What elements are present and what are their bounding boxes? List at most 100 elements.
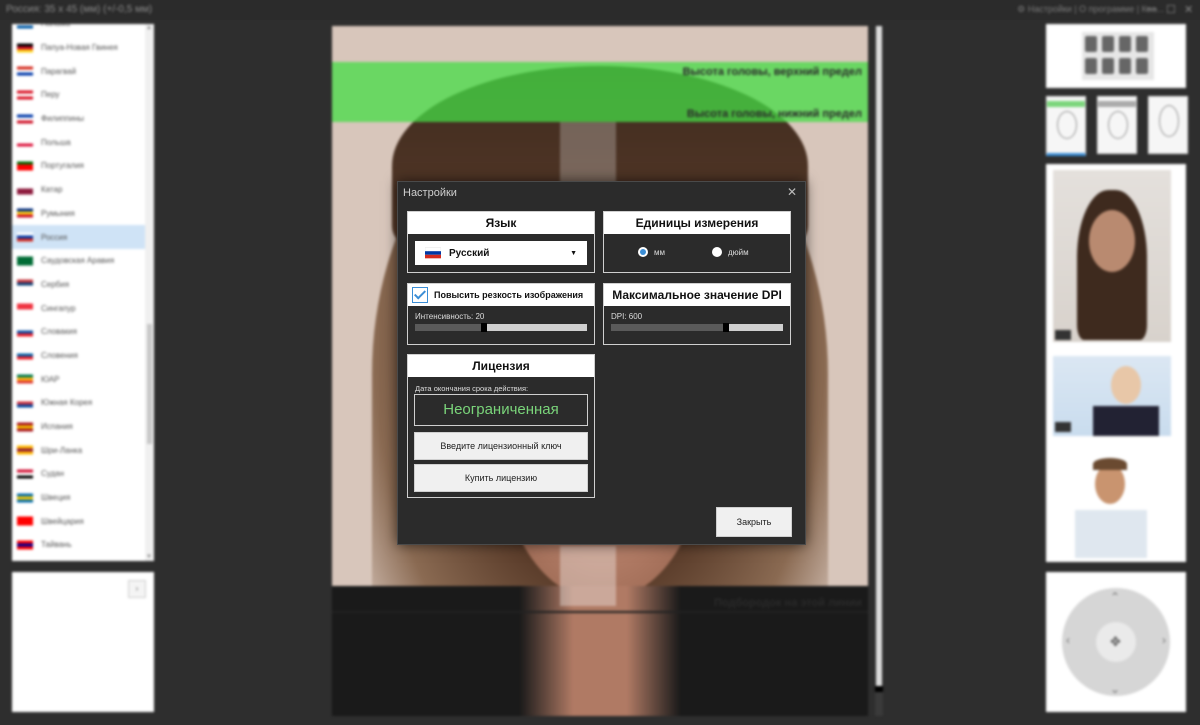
scroll-down-icon[interactable]: ▼ (146, 554, 152, 560)
photo-thumb-icon (1119, 58, 1131, 74)
country-item[interactable]: Судан (12, 462, 154, 486)
russia-flag-icon (425, 247, 441, 259)
country-item[interactable]: Шри-Ланка (12, 438, 154, 462)
template-outline[interactable] (1148, 96, 1188, 154)
country-item[interactable]: Катар (12, 178, 154, 202)
flag-icon (17, 422, 33, 432)
country-item[interactable]: Испания (12, 415, 154, 439)
country-item[interactable]: Швейцария (12, 509, 154, 533)
sample-photo-woman[interactable] (1053, 170, 1171, 342)
country-item[interactable]: Польша (12, 130, 154, 154)
close-window-button[interactable]: ✕ (1184, 3, 1193, 16)
country-item[interactable]: ЮАР (12, 367, 154, 391)
country-item[interactable]: Тайвань (12, 533, 154, 557)
country-rows: Панама Папуа-Новая Гвинея Парагвай Перу Фили… (12, 24, 154, 557)
buy-license-button[interactable]: Купить лицензию (414, 464, 588, 492)
country-item[interactable]: Словения (12, 344, 154, 368)
center-icon[interactable]: ✥ (1096, 622, 1136, 662)
minimize-button[interactable]: — (1146, 3, 1157, 15)
units-header: Единицы измерения (604, 212, 790, 234)
radio-dot-icon (712, 247, 722, 257)
photo-thumb-icon (1102, 36, 1114, 52)
photo-scrollbar[interactable] (875, 26, 883, 716)
country-label: Саудовская Аравия (41, 256, 115, 266)
country-item[interactable]: Сербия (12, 273, 154, 297)
country-item[interactable]: Парагвай (12, 59, 154, 83)
arrow-down-icon[interactable]: ⌄ (1110, 682, 1120, 696)
country-item[interactable]: Перу (12, 83, 154, 107)
eye-icon[interactable] (1055, 330, 1071, 340)
country-item[interactable]: Португалия (12, 154, 154, 178)
country-label: Польша (41, 137, 71, 147)
move-icon: ✥ (1110, 634, 1121, 649)
country-item[interactable]: Панама (12, 24, 154, 36)
scroll-up-icon[interactable]: ▲ (146, 25, 152, 31)
radio-mm[interactable]: мм (638, 247, 665, 257)
title-bar: Россия: 35 x 45 (мм) (+/-0,5 мм) ⚙ Настр… (0, 0, 1200, 20)
expand-preview-button[interactable]: › (128, 580, 146, 598)
move-joystick[interactable]: ⌃ ‹ › ⌄ ✥ (1062, 588, 1170, 696)
print-layout-card[interactable] (1046, 24, 1186, 88)
photo-scroll-thumb[interactable] (876, 26, 882, 686)
intensity-label: Интенсивность: 20 (415, 312, 485, 321)
country-list[interactable]: Панама Папуа-Новая Гвинея Парагвай Перу Фили… (12, 24, 154, 561)
flag-icon (17, 398, 33, 408)
country-label: Россия (41, 232, 68, 242)
language-group: Язык Русский ▼ (407, 211, 595, 273)
country-label: Южная Корея (41, 398, 93, 408)
template-grey-guide[interactable] (1097, 96, 1137, 154)
enter-license-key-button[interactable]: Введите лицензионный ключ (414, 432, 588, 460)
sample-photo-business[interactable] (1053, 356, 1171, 436)
radio-dot-icon (638, 247, 648, 257)
expiry-value: Неограниченная (414, 394, 588, 426)
dialog-close-icon[interactable]: ✕ (787, 185, 797, 199)
country-item[interactable]: Словакия (12, 320, 154, 344)
arrow-left-icon[interactable]: ‹ (1066, 633, 1070, 647)
dpi-label: DPI: 600 (611, 312, 643, 321)
country-item[interactable]: Россия (12, 225, 154, 249)
country-label: Шри-Ланка (41, 445, 83, 455)
country-item[interactable]: Южная Корея (12, 391, 154, 415)
sharpen-checkbox[interactable]: Повысить резкость изображения (408, 284, 594, 306)
flag-icon (17, 327, 33, 337)
checkbox-checked-icon[interactable] (412, 287, 428, 303)
country-item[interactable]: Швеция (12, 486, 154, 510)
flag-icon (17, 161, 33, 171)
country-label: Тайвань (41, 540, 72, 550)
country-label: Португалия (41, 161, 84, 171)
intensity-slider[interactable] (415, 323, 587, 332)
country-label: Судан (41, 469, 65, 479)
flag-icon (17, 114, 33, 124)
photo-thumb-icon (1085, 36, 1097, 52)
country-item[interactable]: Саудовская Аравия (12, 249, 154, 273)
photo-thumb-icon (1136, 58, 1148, 74)
flag-icon (17, 256, 33, 266)
slider-knob[interactable] (480, 323, 487, 332)
radio-inch[interactable]: дюйм (712, 247, 749, 257)
template-green-guide[interactable] (1046, 96, 1086, 156)
scroll-thumb[interactable] (147, 324, 152, 444)
language-select[interactable]: Русский ▼ (415, 241, 587, 265)
flag-icon (17, 374, 33, 384)
eye-icon[interactable] (1055, 422, 1071, 432)
country-item[interactable]: Румыния (12, 202, 154, 226)
maximize-button[interactable]: ☐ (1166, 3, 1176, 16)
language-selected-label: Русский (449, 247, 490, 259)
dpi-slider[interactable] (611, 323, 783, 332)
country-item[interactable]: Филиппины (12, 107, 154, 131)
country-scrollbar[interactable]: ▲ ▼ (145, 24, 154, 561)
flag-icon (17, 516, 33, 526)
arrow-up-icon[interactable]: ⌃ (1110, 590, 1120, 604)
sample-photo-man[interactable] (1053, 450, 1171, 558)
arrow-right-icon[interactable]: › (1162, 633, 1166, 647)
title-menu[interactable]: ⚙ Настройки | О программе | Ква... (1017, 4, 1164, 15)
close-button[interactable]: Закрыть (716, 507, 792, 537)
template-strip[interactable] (1046, 96, 1188, 156)
country-item[interactable]: Папуа-Новая Гвинея (12, 36, 154, 60)
flag-icon (17, 43, 33, 53)
flag-icon (17, 469, 33, 479)
sample-photos[interactable] (1046, 164, 1186, 562)
country-item[interactable]: Сингапур (12, 296, 154, 320)
slider-knob[interactable] (723, 323, 730, 332)
jacket (1093, 406, 1159, 436)
